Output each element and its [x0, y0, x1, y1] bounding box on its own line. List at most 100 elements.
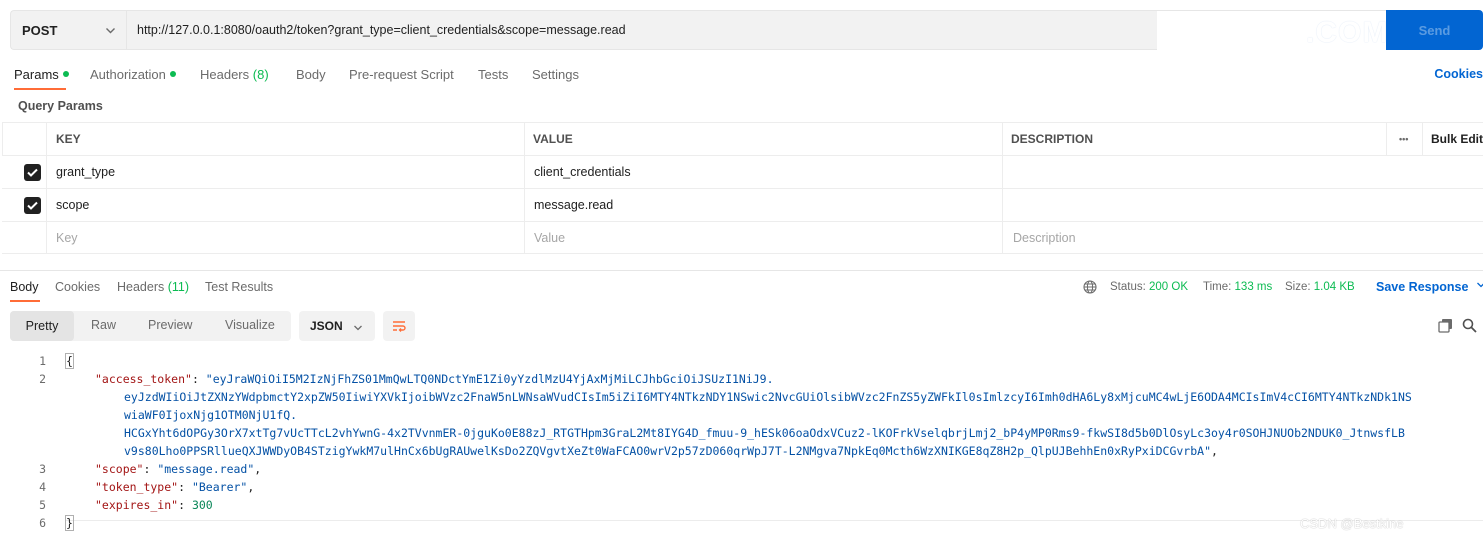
copy-icon[interactable] [1438, 318, 1453, 333]
tab-response-body[interactable]: Body [10, 280, 39, 294]
method-select[interactable]: POST [10, 10, 126, 50]
table-row: grant_type client_credentials [2, 156, 1483, 189]
tab-response-headers-label: Headers [117, 280, 165, 294]
format-raw[interactable]: Raw [91, 318, 116, 332]
json-string: "eyJraWQiOiI5M2IzNjFhZS01MmQwLTQ0NDctYmE… [205, 372, 774, 386]
chevron-down-icon [106, 28, 115, 34]
json-key: "scope" [95, 462, 144, 476]
tab-tests[interactable]: Tests [478, 67, 508, 82]
new-value-input[interactable]: Value [524, 222, 1002, 253]
tab-headers-count: (8) [252, 67, 269, 82]
language-label: JSON [310, 319, 343, 333]
line-number: 3 [39, 462, 46, 476]
header-checkbox-cell [2, 123, 46, 155]
json-string: "message.read" [157, 462, 255, 476]
param-description[interactable] [1002, 189, 1483, 221]
param-key[interactable]: grant_type [46, 156, 524, 188]
param-value[interactable]: message.read [524, 189, 1002, 221]
wrap-lines-button[interactable] [383, 311, 415, 341]
format-pretty[interactable]: Pretty [10, 311, 74, 341]
line-number: 1 [39, 354, 46, 368]
checkmark-icon [27, 168, 38, 177]
time-value: 133 ms [1234, 281, 1273, 293]
send-button[interactable]: Send [1386, 10, 1483, 50]
value-placeholder: Value [534, 230, 566, 245]
format-preview[interactable]: Preview [148, 318, 192, 332]
code-line-3: "scope": "message.read", [95, 462, 262, 476]
line-number: 2 [39, 372, 46, 386]
row-checkbox[interactable] [24, 197, 41, 214]
code-line-2-wrap-3: HCGxYht6dOPGy3OrX7xtTg7vUcTTcL2vhYwnG-4x… [124, 426, 1405, 440]
format-toggle: Pretty Raw Preview Visualize [10, 311, 291, 341]
tab-test-results[interactable]: Test Results [205, 280, 273, 294]
header-description: DESCRIPTION [1002, 123, 1386, 155]
tab-settings[interactable]: Settings [532, 67, 579, 82]
bulk-edit-button[interactable]: Bulk Edit [1422, 123, 1483, 155]
save-response-button[interactable]: Save Response [1376, 280, 1483, 294]
close-brace: } [65, 515, 74, 531]
param-key[interactable]: scope [46, 189, 524, 221]
format-visualize[interactable]: Visualize [225, 318, 275, 332]
json-number: 300 [191, 498, 213, 512]
param-description[interactable] [1002, 156, 1483, 188]
tab-body[interactable]: Body [296, 67, 326, 82]
json-key: "token_type" [95, 480, 179, 494]
tab-params-label: Params [14, 67, 59, 82]
method-label: POST [22, 22, 58, 38]
tab-headers-label: Headers [200, 67, 250, 82]
chevron-down-icon [1476, 282, 1483, 288]
line-number: 5 [39, 498, 46, 512]
more-options-button[interactable]: ••• [1386, 123, 1422, 155]
url-text: http://127.0.0.1:8080/oauth2/token?grant… [137, 23, 626, 37]
url-input[interactable]: http://127.0.0.1:8080/oauth2/token?grant… [126, 10, 1483, 51]
new-key-input[interactable]: Key [46, 222, 524, 253]
tab-authorization[interactable]: Authorization [90, 67, 176, 82]
code-line-2-wrap-4: v9s80Lho0PPSRllueQXJWWDyOB4STzigYwkM7ulH… [124, 444, 1218, 458]
active-response-tab-underline [10, 300, 40, 302]
globe-icon[interactable] [1083, 280, 1097, 294]
checkmark-icon [27, 201, 38, 210]
code-line-5: "expires_in": 300 [95, 498, 213, 512]
size-value: 1.04 KB [1313, 281, 1355, 293]
tab-params[interactable]: Params [14, 67, 69, 82]
pane-divider[interactable] [0, 270, 1483, 271]
tab-headers[interactable]: Headers (8) [200, 67, 269, 82]
new-description-input[interactable]: Description [1002, 222, 1483, 253]
param-value[interactable]: client_credentials [524, 156, 1002, 188]
code-line-6: } [65, 514, 74, 532]
status-value: 200 OK [1149, 281, 1189, 293]
key-placeholder: Key [56, 230, 78, 245]
params-indicator-dot [62, 71, 69, 77]
code-line-2: "access_token": "eyJraWQiOiI5M2IzNjFhZS0… [95, 372, 774, 386]
watermark-top: .COM [1306, 16, 1389, 49]
tab-pre-request-script[interactable]: Pre-request Script [349, 67, 454, 82]
json-key: "expires_in" [95, 498, 179, 512]
tab-response-cookies[interactable]: Cookies [55, 280, 100, 294]
tab-response-headers-count: (11) [167, 280, 190, 294]
chevron-down-icon [354, 325, 362, 331]
code-line-4: "token_type": "Bearer", [95, 480, 255, 494]
search-icon[interactable] [1462, 318, 1477, 333]
row-checkbox[interactable] [24, 164, 41, 181]
response-size: Size: 1.04 KB [1285, 281, 1355, 293]
table-header-row: KEY VALUE DESCRIPTION ••• Bulk Edit [2, 122, 1483, 156]
request-tabs: Params Authorization Headers (8) Body Pr… [14, 62, 1483, 92]
response-time: Time: 133 ms [1203, 281, 1272, 293]
table-row: scope message.read [2, 189, 1483, 222]
code-line-2-wrap-2: wiaWF0IjoxNjg1OTM0NjU1fQ. [124, 408, 298, 422]
response-status: Status: 200 OK [1110, 281, 1188, 293]
json-string: "Bearer" [191, 480, 248, 494]
current-line-highlight [66, 520, 1483, 521]
cookies-link[interactable]: Cookies [1434, 67, 1483, 81]
table-row-empty: Key Value Description [2, 222, 1483, 254]
code-line-2-wrap-1: eyJzdWIiOiJtZXNzYWdpbmctY2xpZW50IiwiYXVk… [124, 390, 1412, 404]
language-select[interactable]: JSON [299, 311, 375, 341]
response-tabs: Body Cookies Headers (11) Test Results S… [10, 280, 1483, 304]
active-tab-underline [14, 88, 66, 90]
json-string: v9s80Lho0PPSRllueQXJWWDyOB4STzigYwkM7ulH… [124, 444, 1212, 458]
tab-authorization-label: Authorization [90, 67, 166, 82]
tab-response-headers[interactable]: Headers (11) [117, 280, 189, 294]
size-label: Size: [1285, 281, 1311, 293]
authorization-indicator-dot [169, 71, 176, 77]
save-response-label: Save Response [1376, 280, 1469, 294]
